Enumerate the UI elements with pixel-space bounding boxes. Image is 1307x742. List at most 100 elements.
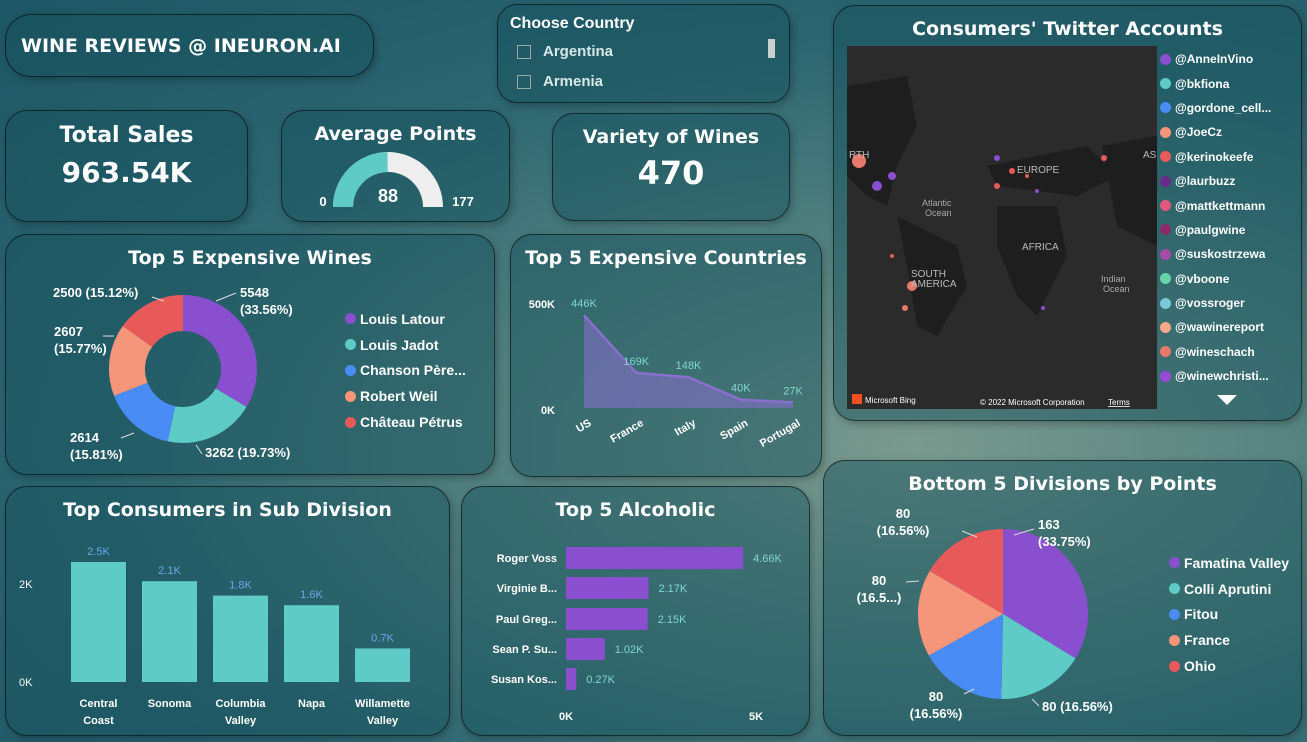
- legend-label: @JoeCz: [1175, 125, 1223, 140]
- bar[interactable]: [142, 581, 197, 682]
- legend-dot-icon: [1160, 321, 1171, 333]
- checkbox[interactable]: [517, 45, 531, 60]
- gauge-min: 0: [319, 194, 326, 209]
- total-sales-title: Total Sales: [59, 123, 194, 148]
- data-label: 0.27K: [586, 674, 615, 686]
- twitter-legend-item[interactable]: @mattkettmann: [1160, 193, 1271, 217]
- data-label: 80 (16.56%): [1042, 699, 1113, 714]
- bar[interactable]: [566, 577, 649, 599]
- expensive-countries-area[interactable]: 500K 0K 446K 169K 148K 40K 27K US France Italy Spa…: [511, 235, 823, 478]
- wines-legend-item[interactable]: Louis Jadot: [345, 332, 466, 358]
- data-label: 80: [929, 689, 943, 704]
- data-label: 5548: [240, 285, 269, 300]
- bar[interactable]: [566, 638, 605, 660]
- leader-line: [905, 580, 920, 583]
- legend-scroll-down-icon[interactable]: [1217, 395, 1237, 405]
- data-label: 2.1K: [158, 565, 181, 577]
- data-label: 3262 (19.73%): [205, 445, 290, 460]
- x-tick: US: [574, 417, 593, 435]
- x-tick: Spain: [718, 417, 750, 443]
- sub-division-bars[interactable]: 2.5K Central Coast 2.1K Sonoma 1.8K Columbia Va…: [6, 487, 451, 737]
- wines-legend-item[interactable]: Château Pétrus: [345, 409, 466, 435]
- twitter-legend-item[interactable]: @kerinokeefe: [1160, 145, 1271, 169]
- data-label: 27K: [783, 385, 803, 397]
- legend-dot-icon: [1160, 78, 1171, 90]
- wines-legend-item[interactable]: Chanson Père...: [345, 358, 466, 384]
- map-label-south-america-2: AMERICA: [911, 279, 957, 290]
- data-label: 169K: [623, 356, 649, 368]
- leader-line: [1031, 698, 1040, 707]
- legend-label: Fitou: [1184, 606, 1219, 623]
- legend-label: Louis Latour: [360, 310, 445, 327]
- slicer-option-argentina[interactable]: Argentina: [517, 43, 613, 60]
- legend-dot-icon: [1169, 557, 1180, 569]
- bar[interactable]: [566, 668, 577, 690]
- average-points-gauge: 88 0 177: [319, 152, 474, 209]
- data-label: 0.7K: [371, 632, 394, 644]
- legend-dot-icon: [1160, 200, 1171, 212]
- bar[interactable]: [566, 608, 648, 630]
- bar[interactable]: [71, 562, 126, 682]
- bar[interactable]: [213, 595, 268, 682]
- y-tick: 2K: [19, 579, 33, 591]
- checkbox[interactable]: [517, 75, 531, 90]
- x-tick: Columbia: [215, 698, 266, 710]
- legend-label: Château Pétrus: [360, 414, 463, 431]
- x-tick: Sonoma: [148, 698, 192, 710]
- alcoholic-card: Top 5 Alcoholic 4.66K Roger Voss 2.17K Virg…: [461, 486, 810, 736]
- divisions-legend-item[interactable]: Colli Aprutini: [1169, 576, 1289, 602]
- x-tick: Napa: [298, 698, 326, 710]
- y-tick: 500K: [529, 299, 555, 311]
- data-label: 1.8K: [229, 580, 252, 592]
- legend-label: @laurbuzz: [1175, 174, 1236, 189]
- legend-dot-icon: [1160, 346, 1171, 358]
- divisions-legend-item[interactable]: Ohio: [1169, 653, 1289, 679]
- variety-title: Variety of Wines: [582, 126, 760, 148]
- data-label: (15.81%): [70, 447, 123, 462]
- data-label: 1.02K: [615, 644, 644, 656]
- twitter-legend-item[interactable]: @vossroger: [1160, 291, 1271, 315]
- legend-label: France: [1184, 632, 1230, 649]
- x-tick: France: [609, 417, 646, 445]
- twitter-legend-item[interactable]: @bkfiona: [1160, 71, 1271, 95]
- divisions-legend-item[interactable]: Fitou: [1169, 602, 1289, 628]
- twitter-legend-item[interactable]: @wineschach: [1160, 340, 1271, 364]
- slicer-scrollbar[interactable]: [768, 39, 775, 58]
- legend-label: @gordone_cell...: [1175, 100, 1272, 115]
- twitter-legend-item[interactable]: @suskostrzewa: [1160, 242, 1271, 266]
- legend-dot-icon: [1160, 273, 1171, 285]
- twitter-legend-item[interactable]: @gordone_cell...: [1160, 96, 1271, 120]
- legend-label: @winewchristi...: [1175, 369, 1269, 384]
- y-tick: Sean P. Su...: [492, 644, 557, 656]
- variety-card: Variety of Wines 470: [552, 113, 790, 221]
- data-label: 148K: [676, 360, 702, 372]
- bar[interactable]: [355, 648, 410, 682]
- wines-legend-item[interactable]: Louis Latour: [345, 306, 466, 332]
- map-label-north-america: RTH: [849, 150, 869, 161]
- bar[interactable]: [566, 547, 744, 569]
- twitter-legend-item[interactable]: @laurbuzz: [1160, 169, 1271, 193]
- bing-logo-icon: [852, 394, 862, 404]
- title-card: WINE REVIEWS @ INEURON.AI: [5, 14, 374, 77]
- divisions-legend-item[interactable]: Famatina Valley: [1169, 550, 1289, 576]
- data-label: 446K: [571, 298, 597, 310]
- legend-dot-icon: [1160, 370, 1171, 382]
- twitter-map-card: Consumers' Twitter Accounts RTH EUROPE A…: [833, 5, 1302, 421]
- slicer-title: Choose Country: [510, 15, 635, 32]
- alcoholic-bars[interactable]: 4.66K Roger Voss 2.17K Virginie B... 2.15K Pa…: [462, 487, 811, 737]
- legend-label: @AnneInVino: [1175, 52, 1254, 67]
- twitter-legend-item[interactable]: @vboone: [1160, 267, 1271, 291]
- divisions-legend-item[interactable]: France: [1169, 627, 1289, 653]
- twitter-legend-item[interactable]: @AnneInVino: [1160, 47, 1271, 71]
- twitter-legend-item[interactable]: @paulgwine: [1160, 218, 1271, 242]
- data-label: (16.56%): [910, 706, 963, 721]
- world-map[interactable]: RTH EUROPE ASI Atlantic Ocean AFRICA SOU…: [847, 46, 1157, 409]
- twitter-legend: @AnneInVino @bkfiona @gordone_cell... @JoeC…: [1160, 47, 1271, 388]
- twitter-legend-item[interactable]: @JoeCz: [1160, 120, 1271, 144]
- twitter-legend-item[interactable]: @winewchristi...: [1160, 364, 1271, 388]
- copyright-text: © 2022 Microsoft Corporation: [980, 398, 1085, 407]
- bar[interactable]: [284, 605, 339, 682]
- twitter-legend-item[interactable]: @wawinereport: [1160, 315, 1271, 339]
- wines-legend-item[interactable]: Robert Weil: [345, 383, 466, 409]
- slicer-option-armenia[interactable]: Armenia: [517, 73, 603, 90]
